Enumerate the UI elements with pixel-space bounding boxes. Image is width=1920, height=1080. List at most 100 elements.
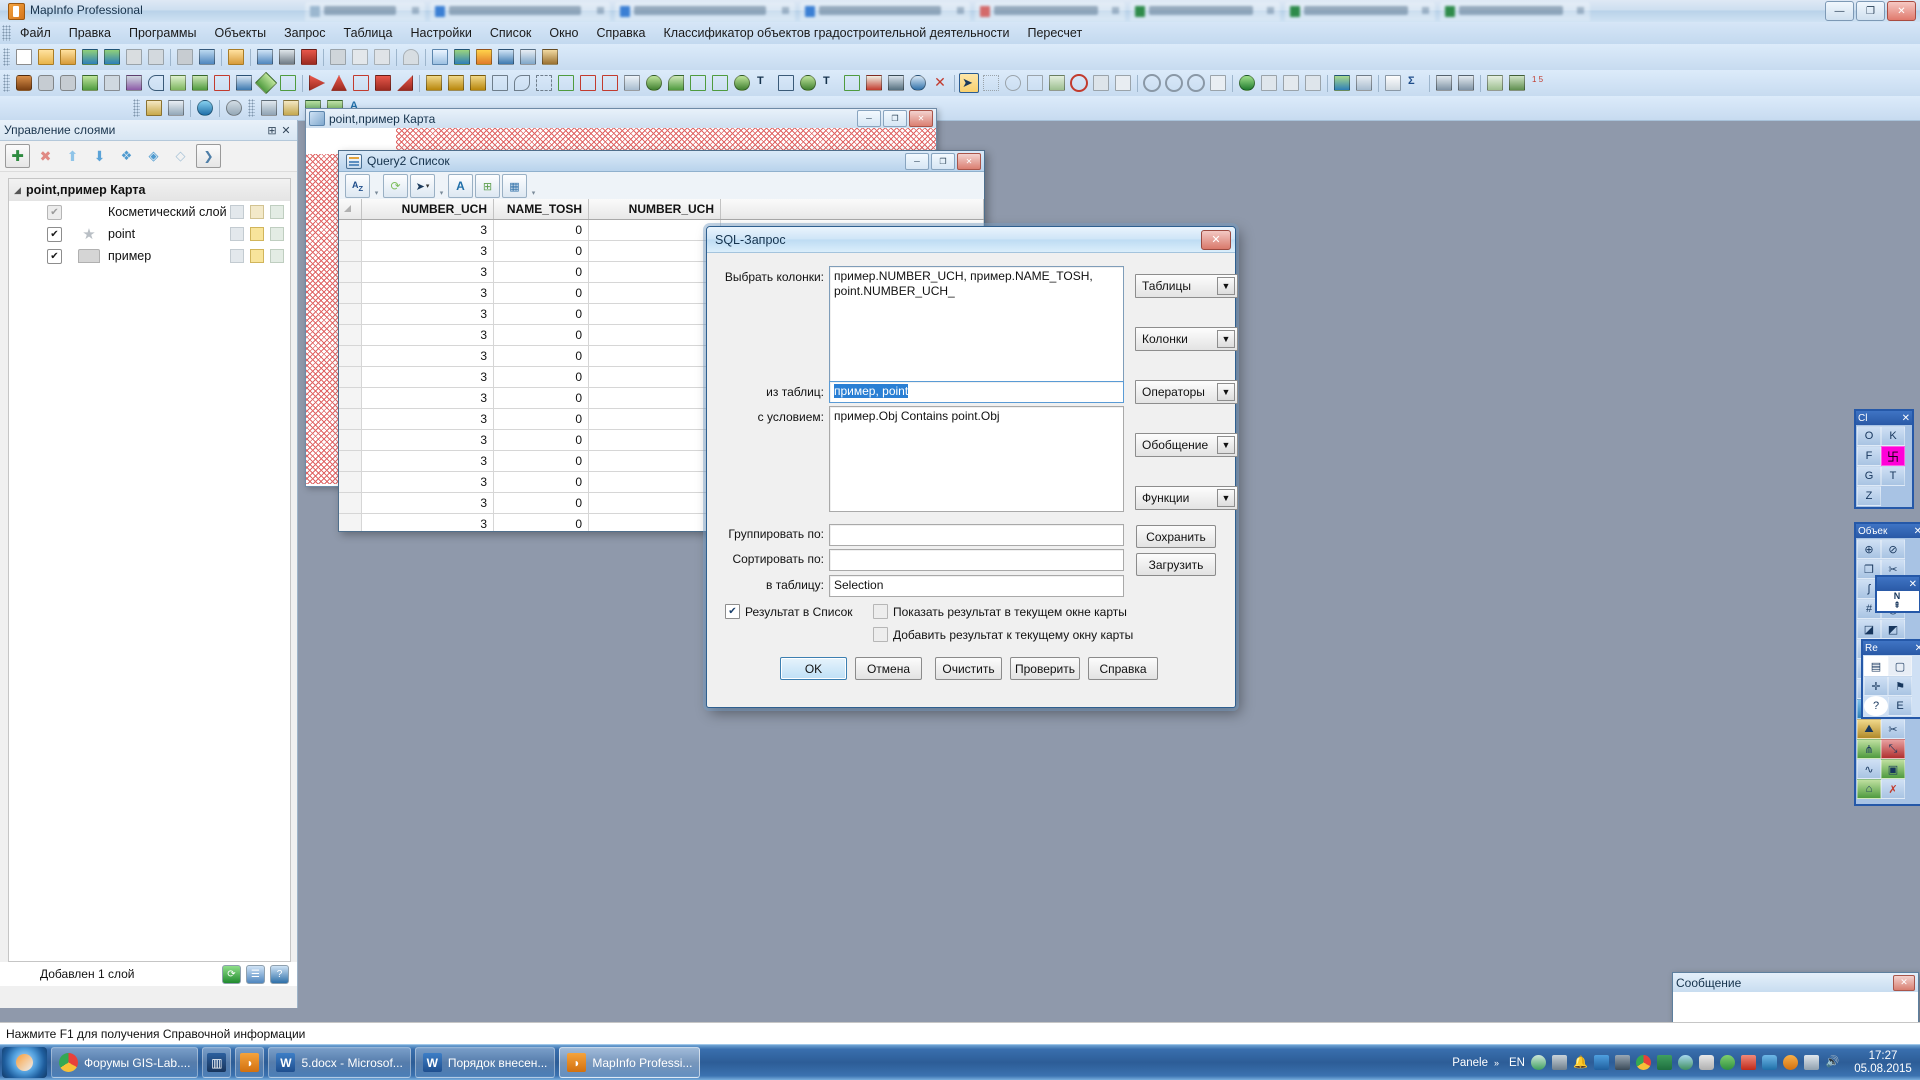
toolbar-grip[interactable]: [3, 48, 10, 66]
xy-polygon-icon[interactable]: [710, 73, 730, 93]
table-cell[interactable]: 3: [362, 451, 494, 471]
windows-start-icon[interactable]: [2, 1047, 47, 1078]
arc-icon[interactable]: [146, 73, 166, 93]
table-cell[interactable]: [589, 514, 721, 531]
table-cell[interactable]: 0: [494, 283, 589, 303]
palette-north[interactable]: ✕ N⇞: [1875, 575, 1920, 613]
table-cell[interactable]: 3: [362, 472, 494, 492]
palette-re[interactable]: Re ✕ ▤ ▢ ✛ ⚑ ? E: [1861, 639, 1920, 719]
layer-tree[interactable]: ◢ point,пример Карта ✔ Косметический сло…: [8, 178, 291, 962]
show-in-map-checkbox[interactable]: [873, 604, 888, 619]
menu-window[interactable]: Окно: [540, 23, 587, 43]
into-table-input[interactable]: Selection: [829, 575, 1124, 597]
symbol-icon[interactable]: [14, 73, 34, 93]
map-minimize-button[interactable]: ─: [857, 110, 881, 127]
pin-icon[interactable]: ⊞: [265, 123, 279, 137]
restore-button[interactable]: ❐: [1856, 1, 1885, 21]
properties-icon[interactable]: ☰: [246, 965, 265, 984]
sql-dialog-title-bar[interactable]: SQL-Запрос ✕: [707, 227, 1235, 253]
row-select-cell[interactable]: [339, 283, 362, 303]
toolbar-overflow-icon[interactable]: ▾: [437, 175, 446, 197]
tools-icon[interactable]: [144, 98, 164, 118]
close-icon[interactable]: ✕: [1915, 643, 1920, 654]
table-cell[interactable]: 0: [494, 514, 589, 531]
cut-icon[interactable]: [328, 47, 348, 67]
table-cell[interactable]: [589, 388, 721, 408]
symbol-tool-icon[interactable]: [281, 98, 301, 118]
table-cell[interactable]: [589, 304, 721, 324]
move-down-icon[interactable]: ⬇: [88, 145, 111, 167]
layer-row-icons[interactable]: [230, 249, 284, 263]
table-cell[interactable]: [589, 409, 721, 429]
display-icon[interactable]: [1804, 1055, 1819, 1070]
backup-icon[interactable]: [1783, 1055, 1798, 1070]
object-scissors-icon[interactable]: ✂: [1881, 719, 1905, 739]
boundary-select-icon[interactable]: [1047, 73, 1067, 93]
save-copy-icon[interactable]: [255, 47, 275, 67]
grabber-icon[interactable]: [1208, 73, 1228, 93]
polygon-style-icon[interactable]: [102, 73, 122, 93]
open-universal-icon[interactable]: [102, 47, 122, 67]
palette-objects-title-bar[interactable]: Объек ✕: [1856, 524, 1920, 538]
select-icon[interactable]: ➤: [959, 73, 979, 93]
table-cell[interactable]: [589, 241, 721, 261]
object-house-icon[interactable]: ⌂: [1857, 779, 1881, 799]
polygon-select-icon[interactable]: [1025, 73, 1045, 93]
district-icon[interactable]: [1485, 73, 1505, 93]
palette-cell-maze-icon[interactable]: 卐: [1881, 446, 1905, 466]
order-by-input[interactable]: [829, 549, 1124, 571]
row-select-cell[interactable]: [339, 220, 362, 240]
palette-cell-o[interactable]: O: [1857, 426, 1881, 446]
refresh-icon[interactable]: ⟳: [383, 174, 408, 198]
browser-title-bar[interactable]: Query2 Список ─ ❐ ✕: [339, 151, 984, 172]
clip-off-icon[interactable]: [1456, 73, 1476, 93]
add-to-map-checkbox[interactable]: [873, 627, 888, 642]
row-select-cell[interactable]: [339, 472, 362, 492]
object-merge-icon[interactable]: ▣: [1881, 759, 1905, 779]
tray-language[interactable]: EN: [1509, 1057, 1525, 1069]
remove-layer-icon[interactable]: ✖: [34, 145, 57, 167]
print-icon[interactable]: [277, 47, 297, 67]
polygon-icon[interactable]: [80, 73, 100, 93]
re-help-icon[interactable]: ?: [1864, 696, 1888, 716]
change-view-icon[interactable]: [1186, 73, 1206, 93]
taskbar-item-word-5docx[interactable]: W 5.docx - Microsof...: [268, 1047, 410, 1078]
undo-icon[interactable]: [401, 47, 421, 67]
figure-icon[interactable]: [259, 98, 279, 118]
tray-chevron-icon[interactable]: »: [1494, 1058, 1499, 1068]
add-to-map-checkbox-row[interactable]: Добавить результат к текущему окну карты: [873, 627, 1133, 642]
palette-cell-z[interactable]: Z: [1857, 486, 1881, 506]
object-split-icon[interactable]: ⋔: [1857, 739, 1881, 759]
curve-icon[interactable]: [666, 73, 686, 93]
distribute-icon[interactable]: [446, 73, 466, 93]
add-layer-icon[interactable]: ✚: [5, 144, 30, 168]
select-columns-input[interactable]: пример.NUMBER_UCH, пример.NAME_TOSH, poi…: [829, 266, 1124, 390]
table-cell[interactable]: 3: [362, 514, 494, 531]
tables-dropdown-button[interactable]: Таблицы ▼: [1135, 274, 1238, 298]
table-cell[interactable]: [589, 346, 721, 366]
shield-icon[interactable]: [1678, 1055, 1693, 1070]
layer-row-point[interactable]: ✔ ★ point: [9, 223, 290, 245]
sort-icon[interactable]: AZ: [345, 174, 370, 198]
load-button[interactable]: Загрузить: [1136, 553, 1216, 576]
bell-icon[interactable]: 🔔: [1573, 1055, 1588, 1070]
show-in-map-checkbox-row[interactable]: Показать результат в текущем окне карты: [873, 604, 1127, 619]
table-cell[interactable]: 0: [494, 409, 589, 429]
layer-style-icon[interactable]: ◈: [142, 145, 165, 167]
table-cell[interactable]: 3: [362, 493, 494, 513]
label-tool-icon[interactable]: [1281, 73, 1301, 93]
set-clip-icon[interactable]: [1434, 73, 1454, 93]
node-edit-icon[interactable]: [278, 73, 298, 93]
chrome-icon[interactable]: [1636, 1055, 1651, 1070]
row-select-cell[interactable]: [339, 241, 362, 261]
object-terrain-icon[interactable]: ⛰: [1857, 719, 1881, 739]
close-icon[interactable]: ✕: [1914, 526, 1920, 537]
menu-query[interactable]: Запрос: [275, 23, 334, 43]
print-preview-icon[interactable]: [299, 47, 319, 67]
table-cell[interactable]: 3: [362, 283, 494, 303]
menu-objects[interactable]: Объекты: [206, 23, 276, 43]
table-cell[interactable]: 3: [362, 262, 494, 282]
table-cell[interactable]: 3: [362, 430, 494, 450]
chevron-down-icon[interactable]: ▼: [1217, 383, 1235, 401]
hotlink-icon[interactable]: ❯: [196, 144, 221, 168]
